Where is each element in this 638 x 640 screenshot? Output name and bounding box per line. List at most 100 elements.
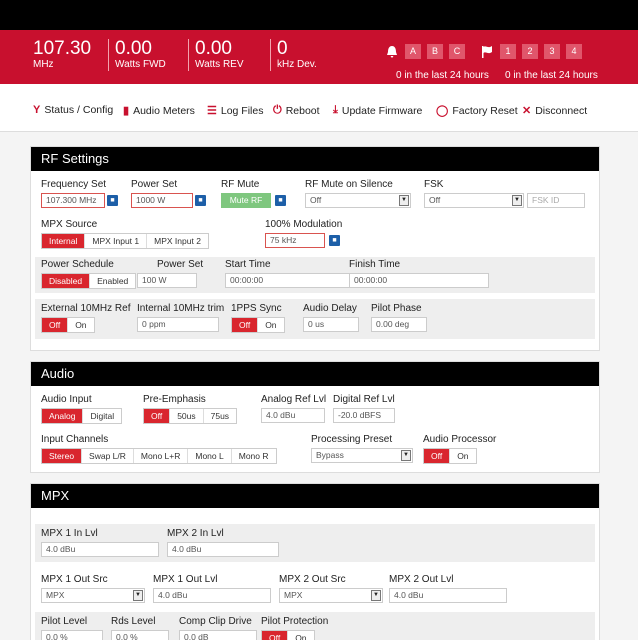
nav-bar: Y Status / Config ▮ Audio Meters ☰ Log File… [0, 84, 638, 132]
reverse-power-unit: Watts REV [195, 59, 244, 70]
rf-settings-title: RF Settings [31, 147, 599, 171]
rds-level-label: Rds Level [111, 616, 156, 627]
audio-input-analog[interactable]: Analog [42, 409, 84, 423]
lock-icon[interactable]: ■ [275, 195, 286, 206]
power-schedule-label: Power Schedule [41, 259, 114, 270]
nav-factory-reset[interactable]: ◯ Factory Reset [436, 104, 518, 118]
audio-processor-toggle: Off On [423, 448, 477, 464]
audio-processor-off[interactable]: Off [424, 449, 451, 463]
alarm-2-badge[interactable]: 2 [522, 44, 538, 59]
modulation-input[interactable]: 75 kHz [265, 233, 325, 248]
processing-preset-select[interactable]: Bypass ▼ [311, 448, 413, 463]
pps-sync-off[interactable]: Off [232, 318, 259, 332]
audio-row-1: Audio Input Analog Digital Pre-Emphasis … [35, 392, 595, 428]
rf-row-4: External 10MHz Ref Off On Internal 10MHz… [35, 299, 595, 339]
pre-emphasis-50us[interactable]: 50us [170, 409, 204, 423]
bell-icon [387, 45, 397, 58]
pilot-protection-off[interactable]: Off [262, 631, 289, 640]
pre-emphasis-off[interactable]: Off [144, 409, 171, 423]
audio-delay-input[interactable]: 0 us [303, 317, 359, 332]
rf-row-3: Power Schedule Disabled Enabled Power Se… [35, 257, 595, 293]
mpx1-out-lvl-input[interactable]: 4.0 dBu [153, 588, 271, 603]
nav-update-firmware[interactable]: ⤓ Update Firmware [333, 104, 422, 117]
mpx-source-internal[interactable]: Internal [42, 234, 86, 248]
schedule-disabled[interactable]: Disabled [42, 274, 91, 288]
pilot-phase-input[interactable]: 0.00 deg [371, 317, 427, 332]
frequency-set-input[interactable]: 107.300 MHz [41, 193, 105, 208]
mpx1-in-input[interactable]: 4.0 dBu [41, 542, 159, 557]
mute-rf-button[interactable]: Mute RF [221, 193, 271, 208]
nav-disconnect[interactable]: ✕ Disconnect [522, 104, 587, 118]
chevron-down-icon: ▼ [512, 195, 522, 206]
mpx2-out-src-select[interactable]: MPX ▼ [279, 588, 383, 603]
audio-processor-on[interactable]: On [450, 449, 475, 463]
mpx1-out-src-value: MPX [46, 590, 65, 600]
forward-power-readout: 0.00 Watts FWD [108, 39, 166, 71]
comp-clip-input[interactable]: 0.0 dB [179, 630, 257, 640]
channels-stereo[interactable]: Stereo [42, 449, 83, 463]
mpx2-out-lvl-input[interactable]: 4.0 dBu [389, 588, 507, 603]
internal-trim-input[interactable]: 0 ppm [137, 317, 219, 332]
mpx-source-input-1[interactable]: MPX Input 1 [85, 234, 148, 248]
mute-on-silence-value: Off [310, 195, 322, 205]
mpx2-out-lvl-label: MPX 2 Out Lvl [389, 574, 454, 585]
external-ref-on[interactable]: On [68, 318, 93, 332]
mpx2-out-src-value: MPX [284, 590, 303, 600]
audio-panel: Audio Audio Input Analog Digital Pre-Emp… [30, 361, 600, 473]
top-black-bar [0, 0, 638, 30]
mpx1-out-src-select[interactable]: MPX ▼ [41, 588, 145, 603]
external-ref-off[interactable]: Off [42, 318, 69, 332]
channels-mono-lr[interactable]: Mono L+R [134, 449, 189, 463]
channels-swap-lr[interactable]: Swap L/R [82, 449, 134, 463]
rds-level-input[interactable]: 0.0 % [111, 630, 169, 640]
comp-clip-label: Comp Clip Drive [179, 616, 252, 627]
nav-audio-meters[interactable]: ▮ Audio Meters [123, 104, 195, 118]
nav-reboot[interactable]: ⏻ Reboot [273, 104, 320, 117]
lock-icon[interactable]: ■ [195, 195, 206, 206]
lock-icon[interactable]: ■ [107, 195, 118, 206]
finish-time-input[interactable]: 00:00:00 [349, 273, 489, 288]
lock-icon[interactable]: ■ [329, 235, 340, 246]
alarm-a-badge[interactable]: A [405, 44, 421, 59]
alarm-c-badge[interactable]: C [449, 44, 465, 59]
audio-processor-label: Audio Processor [423, 434, 497, 445]
nav-status-config[interactable]: Y Status / Config [33, 104, 113, 116]
mute-on-silence-label: RF Mute on Silence [305, 179, 393, 190]
pilot-level-input[interactable]: 0.0 % [41, 630, 103, 640]
mpx-source-input-2[interactable]: MPX Input 2 [147, 234, 208, 248]
fsk-select[interactable]: Off ▼ [424, 193, 524, 208]
channels-mono-l[interactable]: Mono L [188, 449, 232, 463]
digital-ref-input[interactable]: -20.0 dBFS [333, 408, 395, 423]
pilot-protection-on[interactable]: On [288, 631, 313, 640]
frequency-set-label: Frequency Set [41, 179, 107, 190]
analog-ref-input[interactable]: 4.0 dBu [261, 408, 325, 423]
mute-on-silence-select[interactable]: Off ▼ [305, 193, 411, 208]
frequency-value: 107.30 [33, 38, 92, 59]
mpx-source-label: MPX Source [41, 219, 98, 230]
digital-ref-label: Digital Ref Lvl [333, 394, 395, 405]
audio-input-digital[interactable]: Digital [83, 409, 121, 423]
alarm-b-badge[interactable]: B [427, 44, 443, 59]
alarm-1-badge[interactable]: 1 [500, 44, 516, 59]
mpx-panel: MPX MPX 1 In Lvl 4.0 dBu MPX 2 In Lvl 4.… [30, 483, 600, 640]
alarm-group-left: A B C [385, 44, 465, 59]
schedule-enabled[interactable]: Enabled [90, 274, 135, 288]
power-set-input[interactable]: 1000 W [131, 193, 193, 208]
chevron-down-icon: ▼ [371, 590, 381, 601]
pps-sync-on[interactable]: On [258, 318, 283, 332]
antenna-icon: Y [33, 104, 41, 116]
external-ref-label: External 10MHz Ref [41, 303, 131, 314]
mpx2-out-src-label: MPX 2 Out Src [279, 574, 346, 585]
fsk-id-input[interactable]: FSK ID [527, 193, 585, 208]
pilot-phase-label: Pilot Phase [371, 303, 422, 314]
start-time-input[interactable]: 00:00:00 [225, 273, 365, 288]
pre-emphasis-75us[interactable]: 75us [204, 409, 236, 423]
nav-log-files[interactable]: ☰ Log Files [207, 104, 263, 118]
alarm-3-badge[interactable]: 3 [544, 44, 560, 59]
mpx-row-3: Pilot Level 0.0 % Rds Level 0.0 % Comp C… [35, 612, 595, 640]
schedule-power-input[interactable]: 100 W [137, 273, 197, 288]
flag-icon [482, 45, 492, 58]
channels-mono-r[interactable]: Mono R [232, 449, 276, 463]
mpx2-in-input[interactable]: 4.0 dBu [167, 542, 279, 557]
alarm-4-badge[interactable]: 4 [566, 44, 582, 59]
